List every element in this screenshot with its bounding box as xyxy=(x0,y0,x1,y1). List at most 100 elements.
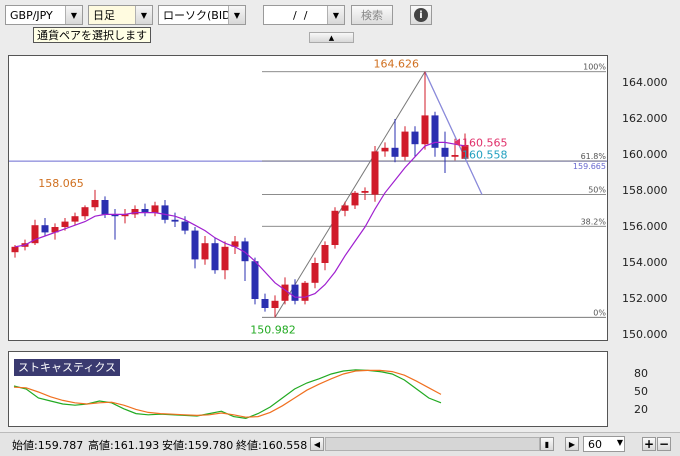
price-tick: 164.000 xyxy=(622,76,668,89)
candle-body xyxy=(81,207,89,217)
high-value: 高値:161.193 xyxy=(88,439,160,452)
collapse-toggle[interactable]: ▲ xyxy=(309,32,354,43)
scroll-left-button[interactable]: ◀ xyxy=(310,437,324,451)
high-price-label: 164.626 xyxy=(374,58,420,71)
price-tick: 150.000 xyxy=(622,328,668,341)
candle-body xyxy=(351,192,359,206)
fib-label: 38.2% xyxy=(581,217,607,226)
timeframe-value: 日足 xyxy=(93,9,115,22)
candle-body xyxy=(411,131,419,145)
zoom-in-button[interactable]: + xyxy=(642,437,656,451)
date-input[interactable]: / / ▼ xyxy=(263,5,345,25)
bar-count-select[interactable]: 60 ▼ xyxy=(583,436,625,452)
price-tick: 160.000 xyxy=(622,148,668,161)
close-value: 終値:160.558 xyxy=(236,439,308,452)
candle-body xyxy=(421,115,429,145)
low-value: 安値:159.780 xyxy=(162,439,234,452)
candle-body xyxy=(321,245,329,263)
scroll-right-button[interactable]: ▶ xyxy=(565,437,579,451)
chevron-down-icon[interactable]: ▼ xyxy=(327,6,344,24)
timeframe-select[interactable]: 日足 ▼ xyxy=(88,5,153,25)
info-button[interactable]: i xyxy=(410,5,432,25)
status-bar: 始値:159.787 高値:161.193 安値:159.780 終値:160.… xyxy=(0,432,680,456)
candle-body xyxy=(371,151,379,195)
info-icon: i xyxy=(414,8,428,22)
chevron-up-icon: ▲ xyxy=(328,33,335,42)
fib-label: 61.8% xyxy=(581,152,607,161)
minus-icon: − xyxy=(658,437,670,451)
candle-body xyxy=(331,210,339,245)
candle-body xyxy=(211,243,219,271)
stochastic-tick: 80 xyxy=(634,367,648,380)
stochastic-d-line xyxy=(13,369,442,418)
candle-body xyxy=(271,300,279,308)
candle-body xyxy=(221,246,229,271)
price-axis: 164.000 162.000 160.000 158.000 156.000 154.0… xyxy=(608,55,672,341)
candle-body xyxy=(451,155,459,157)
candle-body xyxy=(61,221,69,227)
chart-type-value: ローソク(BID) xyxy=(163,9,235,22)
chevron-down-icon[interactable]: ▼ xyxy=(65,6,82,24)
candle-body xyxy=(251,261,259,299)
candle-body xyxy=(441,147,449,157)
stochastic-axis: 80 50 20 xyxy=(608,351,672,427)
search-button[interactable]: 検索 xyxy=(351,5,393,25)
candle-body xyxy=(301,282,309,301)
bar-count-value: 60 xyxy=(588,438,602,451)
stochastic-plot: ストキャスティクス xyxy=(8,351,608,427)
candle-body xyxy=(281,284,289,301)
candle-body xyxy=(161,205,169,220)
candlestick-chart: 100% 61.8% 50% 38.2% 0% 159.665 164.626 150.982… xyxy=(9,58,607,336)
price-tick: 156.000 xyxy=(622,220,668,233)
plus-icon: + xyxy=(643,437,655,451)
grip-icon: ▮ xyxy=(544,439,550,449)
stochastic-k-line xyxy=(13,369,442,420)
candle-body xyxy=(341,205,349,211)
candle-body xyxy=(311,263,319,283)
currency-pair-value: GBP/JPY xyxy=(10,8,53,22)
candle-body xyxy=(101,200,109,215)
chevron-down-icon[interactable]: ▼ xyxy=(135,6,152,24)
triangle-left-icon: ◀ xyxy=(313,439,321,449)
stochastic-tick: 50 xyxy=(634,385,648,398)
candle-body xyxy=(41,225,49,233)
currency-pair-select[interactable]: GBP/JPY ▼ xyxy=(5,5,83,25)
price-axis-svg: 164.000 162.000 160.000 158.000 156.000 154.0… xyxy=(622,76,668,341)
left-edge xyxy=(0,48,3,443)
candle-body xyxy=(11,246,19,253)
chevron-down-icon[interactable]: ▼ xyxy=(228,6,245,24)
candle-body xyxy=(361,191,369,193)
date-value: / / xyxy=(286,8,308,22)
chevron-down-icon[interactable]: ▼ xyxy=(617,438,623,447)
horizontal-scrollbar[interactable] xyxy=(325,437,540,451)
candle-body xyxy=(401,131,409,157)
candle-body xyxy=(381,147,389,152)
stochastic-axis-svg: 80 50 20 xyxy=(634,367,648,416)
zoom-out-button[interactable]: − xyxy=(657,437,671,451)
scroll-thumb[interactable]: ▮ xyxy=(540,437,554,451)
price-tick: 152.000 xyxy=(622,292,668,305)
chart-type-select[interactable]: ローソク(BID) ▼ xyxy=(158,5,246,25)
fib-label: 0% xyxy=(593,308,606,317)
stochastic-tick: 20 xyxy=(634,403,648,416)
ask-price-label: 160.558 xyxy=(462,148,508,161)
search-button-label: 検索 xyxy=(361,9,383,22)
triangle-right-icon: ▶ xyxy=(568,439,576,449)
candle-body xyxy=(71,216,79,222)
low-price-label: 150.982 xyxy=(250,323,296,336)
fib-label: 50% xyxy=(588,186,606,195)
candle-body xyxy=(191,230,199,260)
main-chart-plot: 100% 61.8% 50% 38.2% 0% 159.665 164.626 150.982… xyxy=(8,55,608,341)
candle-body xyxy=(151,205,159,213)
fib-level-label: 159.665 xyxy=(573,162,606,171)
moving-average-line xyxy=(14,141,466,298)
candle-body xyxy=(171,219,179,222)
price-tick: 162.000 xyxy=(622,112,668,125)
tooltip: 通貨ペアを選択します xyxy=(33,27,151,43)
open-value: 始値:159.787 xyxy=(12,439,84,452)
candle-body xyxy=(261,299,269,308)
candle-body xyxy=(291,284,299,301)
stochastic-chart xyxy=(13,369,442,420)
candle-body xyxy=(391,147,399,157)
price-tick: 154.000 xyxy=(622,256,668,269)
